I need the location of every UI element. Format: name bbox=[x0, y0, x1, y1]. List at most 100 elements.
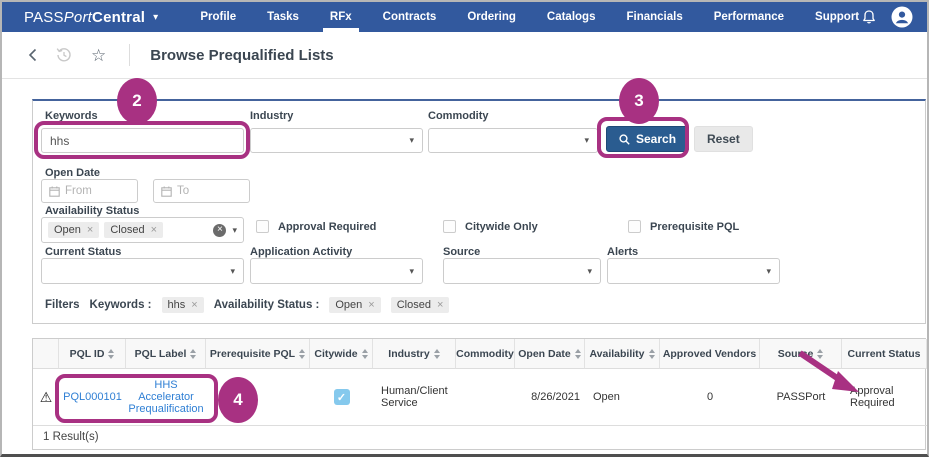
back-icon[interactable] bbox=[28, 48, 37, 62]
application-activity-label: Application Activity bbox=[250, 246, 353, 258]
sort-icon[interactable] bbox=[574, 348, 581, 359]
nav-item-support[interactable]: Support bbox=[813, 3, 861, 31]
passport-central-logo[interactable]: PASS Port Central ▾ bbox=[24, 9, 158, 26]
nav-item-ordering[interactable]: Ordering bbox=[465, 3, 518, 31]
prerequisite-pql-checkbox-row: Prerequisite PQL bbox=[628, 220, 739, 233]
logo-dropdown-caret-icon[interactable]: ▾ bbox=[153, 12, 158, 23]
prerequisite-pql-checkbox[interactable] bbox=[628, 220, 641, 233]
remove-chip-icon[interactable]: × bbox=[87, 224, 93, 236]
step-2-badge: 2 bbox=[117, 78, 157, 124]
reset-button[interactable]: Reset bbox=[694, 126, 753, 152]
row-pql-id-cell: PQL000101 bbox=[59, 369, 126, 425]
current-status-label: Current Status bbox=[45, 246, 122, 258]
clear-all-icon[interactable]: × bbox=[213, 223, 227, 237]
pql-id-link[interactable]: PQL000101 bbox=[63, 391, 122, 403]
logo-text-pass: PASS bbox=[24, 8, 64, 26]
commodity-select[interactable]: ▾ bbox=[428, 128, 598, 153]
nav-item-profile[interactable]: Profile bbox=[198, 3, 238, 31]
sort-icon[interactable] bbox=[361, 348, 368, 359]
nav-item-rfx[interactable]: RFx bbox=[322, 3, 359, 38]
search-icon bbox=[619, 133, 630, 145]
top-navbar: PASS Port Central ▾ Profile Tasks RFx Cont… bbox=[2, 2, 927, 38]
column-header-approved-vendors[interactable]: Approved Vendors bbox=[660, 339, 760, 369]
logo-text-port: Port bbox=[63, 8, 93, 26]
warning-icon: ⚠ bbox=[39, 388, 53, 405]
chevron-down-icon: ▾ bbox=[584, 135, 589, 145]
chip-label: Open bbox=[54, 224, 81, 236]
chip-label: Open bbox=[335, 299, 363, 311]
main-menu: Profile Tasks RFx Contracts Ordering Cat… bbox=[198, 3, 861, 38]
chip-label: Closed bbox=[110, 224, 145, 236]
user-avatar[interactable] bbox=[891, 6, 913, 28]
sort-icon[interactable] bbox=[108, 348, 115, 359]
nav-item-contracts[interactable]: Contracts bbox=[381, 3, 439, 31]
approval-required-checkbox[interactable] bbox=[256, 220, 269, 233]
column-header-current-status[interactable]: Current Status bbox=[842, 339, 927, 369]
citywide-only-label: Citywide Only bbox=[465, 220, 538, 233]
open-date-to-input[interactable]: To bbox=[153, 179, 250, 203]
remove-chip-icon[interactable]: × bbox=[437, 299, 443, 311]
remove-chip-icon[interactable]: × bbox=[191, 299, 197, 311]
column-header-open-date[interactable]: Open Date bbox=[515, 339, 585, 369]
citywide-only-checkbox[interactable] bbox=[443, 220, 456, 233]
notifications-bell-icon[interactable] bbox=[861, 9, 877, 26]
row-source-cell: PASSPort bbox=[776, 391, 826, 403]
open-date-label: Open Date bbox=[45, 167, 101, 179]
keywords-input[interactable]: hhs bbox=[41, 128, 244, 153]
search-button[interactable]: Search bbox=[606, 126, 690, 152]
results-table: PQL ID PQL Label Prerequisite PQL Citywi… bbox=[32, 338, 927, 450]
column-header-source[interactable]: Source bbox=[760, 339, 842, 369]
toolbar-divider bbox=[129, 44, 131, 66]
calendar-icon bbox=[49, 186, 60, 197]
title-toolbar: ☆ Browse Prequalified Lists bbox=[2, 32, 927, 79]
availability-status-multiselect[interactable]: Open × Closed × × ▾ bbox=[41, 217, 244, 243]
favorite-star-icon[interactable]: ☆ bbox=[91, 47, 106, 64]
approval-required-label: Approval Required bbox=[278, 220, 377, 233]
nav-item-catalogs[interactable]: Catalogs bbox=[545, 3, 598, 31]
column-header-prerequisite-pql[interactable]: Prerequisite PQL bbox=[206, 339, 310, 369]
column-header-citywide[interactable]: Citywide bbox=[310, 339, 373, 369]
remove-chip-icon[interactable]: × bbox=[151, 224, 157, 236]
industry-label: Industry bbox=[250, 110, 294, 122]
logo-text-central: Central bbox=[92, 8, 146, 26]
filter-chip-open: Open × bbox=[329, 297, 381, 313]
filter-chip-hhs: hhs × bbox=[161, 297, 204, 313]
column-header-pql-label[interactable]: PQL Label bbox=[126, 339, 206, 369]
filters-availability-label: Availability Status : bbox=[213, 299, 320, 311]
chip-label: Closed bbox=[396, 299, 431, 311]
citywide-checked-checkbox[interactable]: ✓ bbox=[333, 389, 350, 405]
sort-icon[interactable] bbox=[190, 348, 197, 359]
alerts-label: Alerts bbox=[607, 246, 639, 258]
column-header-alert bbox=[33, 339, 59, 369]
sort-icon[interactable] bbox=[433, 348, 440, 359]
open-date-from-input[interactable]: From bbox=[41, 179, 138, 203]
nav-item-tasks[interactable]: Tasks bbox=[265, 3, 301, 31]
column-header-pql-id[interactable]: PQL ID bbox=[59, 339, 126, 369]
pql-label-link[interactable]: HHS Accelerator Prequalification bbox=[128, 379, 203, 415]
history-icon[interactable] bbox=[56, 47, 72, 63]
row-commodity-cell bbox=[456, 369, 515, 425]
page-title: Browse Prequalified Lists bbox=[150, 46, 334, 64]
alerts-select[interactable]: ▾ bbox=[607, 258, 780, 284]
row-industry-cell: Human/Client Service bbox=[381, 385, 448, 409]
sort-icon[interactable] bbox=[817, 348, 824, 359]
application-activity-select[interactable]: ▾ bbox=[250, 258, 423, 284]
keywords-value: hhs bbox=[50, 133, 70, 148]
navbar-right: Hhs I. bbox=[861, 5, 927, 29]
results-count: 1 Result(s) bbox=[33, 425, 927, 449]
column-header-commodity[interactable]: Commodity bbox=[456, 339, 515, 369]
remove-chip-icon[interactable]: × bbox=[368, 299, 374, 311]
column-header-industry[interactable]: Industry bbox=[373, 339, 456, 369]
step-3-badge: 3 bbox=[619, 78, 659, 124]
source-select[interactable]: ▾ bbox=[443, 258, 601, 284]
sort-icon[interactable] bbox=[299, 348, 306, 359]
sort-icon[interactable] bbox=[648, 348, 655, 359]
filters-title: Filters bbox=[45, 299, 80, 311]
nav-item-financials[interactable]: Financials bbox=[624, 3, 684, 31]
current-status-select[interactable]: ▾ bbox=[41, 258, 244, 284]
nav-item-performance[interactable]: Performance bbox=[712, 3, 786, 31]
column-header-availability[interactable]: Availability bbox=[585, 339, 660, 369]
active-filters-row: Filters Keywords : hhs × Availability St… bbox=[45, 297, 450, 313]
availability-status-label: Availability Status bbox=[45, 205, 140, 217]
industry-select[interactable]: ▾ bbox=[250, 128, 423, 153]
